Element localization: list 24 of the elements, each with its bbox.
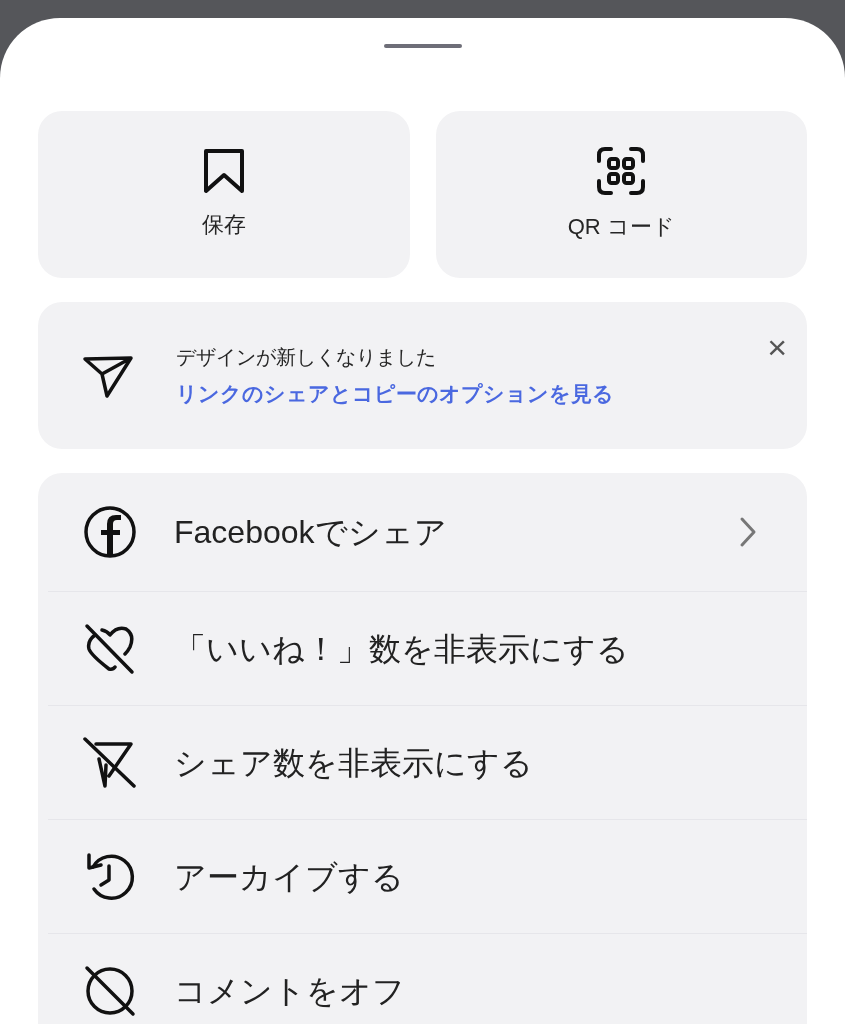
menu-item[interactable]: シェア数を非表示にする	[48, 705, 807, 819]
chevron-right-icon	[739, 516, 757, 548]
menu-label: 「いいね！」数を非表示にする	[174, 629, 630, 669]
menu-label: コメントをオフ	[174, 971, 406, 1011]
heart-crossed-icon	[83, 622, 137, 675]
qr-code-icon	[596, 146, 647, 196]
menu-item[interactable]: Facebookでシェア	[38, 473, 807, 591]
share-options-link[interactable]: リンクのシェアとコピーのオプションを見る	[176, 377, 614, 410]
menu-item[interactable]: アーカイブする	[48, 819, 807, 933]
history-icon	[85, 850, 135, 903]
drag-handle[interactable]	[383, 44, 462, 48]
bookmark-icon	[201, 148, 246, 194]
notice-title: デザインが新しくなりました	[176, 344, 437, 370]
menu-item[interactable]: 「いいね！」数を非表示にする	[48, 591, 807, 705]
close-button[interactable]: ×	[767, 330, 787, 364]
paper-plane-crossed-icon	[82, 735, 138, 790]
menu-label: シェア数を非表示にする	[174, 743, 534, 783]
save-button[interactable]: 保存	[38, 111, 410, 278]
menu-label: Facebookでシェア	[174, 513, 448, 552]
menu-item[interactable]: コメントをオフ	[48, 933, 807, 1024]
comment-off-icon	[83, 963, 137, 1018]
qr-code-button[interactable]: QR コード	[435, 111, 807, 278]
menu-label: アーカイブする	[174, 857, 405, 897]
facebook-icon	[83, 505, 137, 559]
